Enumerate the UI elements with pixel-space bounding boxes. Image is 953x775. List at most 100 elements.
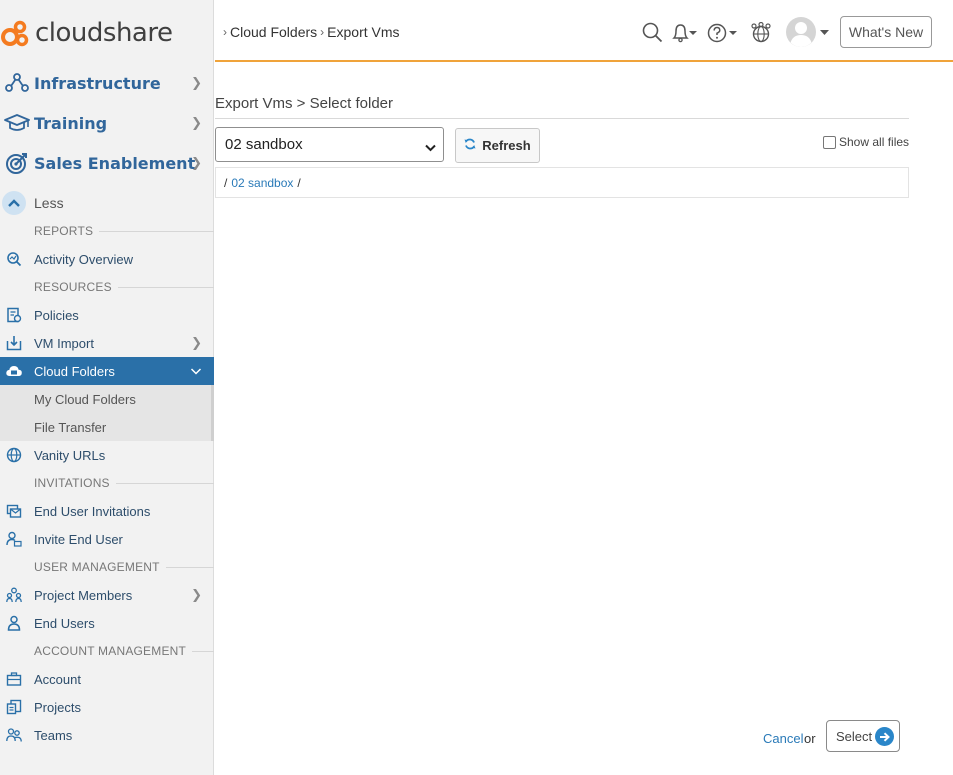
sidebar-item-activity-overview[interactable]: Activity Overview (0, 245, 214, 273)
sidebar-item-label: Invite End User (34, 531, 123, 547)
sidebar-item-projects[interactable]: Projects (0, 693, 214, 721)
sidebar-item-label: Account (34, 671, 81, 687)
sidebar-item-label: Projects (34, 699, 81, 715)
sidebar-item-label: VM Import (34, 335, 94, 351)
target-icon (0, 151, 34, 175)
chevron-right-icon: ❯ (191, 587, 202, 602)
sidebar-item-my-cloud-folders[interactable]: My Cloud Folders (0, 385, 214, 413)
sidebar-item-end-user-invitations[interactable]: End User Invitations (0, 497, 214, 525)
refresh-button[interactable]: Refresh (455, 128, 540, 163)
chevron-right-icon: ❯ (191, 155, 202, 170)
activity-search-icon (0, 251, 28, 267)
nodes-icon (0, 73, 34, 93)
or-text: or (804, 731, 816, 746)
chevron-up-icon (2, 191, 26, 215)
sidebar-item-policies[interactable]: Policies (0, 301, 214, 329)
sidebar-item-label: Vanity URLs (34, 447, 106, 463)
cancel-link[interactable]: Cancel (763, 731, 803, 746)
divider (192, 650, 214, 652)
refresh-icon (464, 138, 476, 153)
breadcrumb-separator: › (223, 25, 227, 39)
nav-sales-enablement[interactable]: Sales Enablement ❯ (0, 143, 214, 183)
chevron-right-icon: ❯ (191, 115, 202, 130)
avatar-icon[interactable] (785, 16, 831, 48)
chevron-down-icon (425, 139, 436, 156)
sidebar-item-label: Teams (34, 727, 73, 743)
sidebar-item-label: My Cloud Folders (34, 391, 136, 407)
brand-name: cloudshare (35, 18, 173, 48)
bell-icon[interactable] (671, 22, 699, 43)
refresh-label: Refresh (482, 138, 531, 153)
nav-label: Infrastructure (34, 73, 161, 93)
folder-select-value: 02 sandbox (225, 136, 303, 153)
sidebar-item-vm-import[interactable]: VM Import ❯ (0, 329, 214, 357)
section-account-management: ACCOUNT MANAGEMENT (0, 641, 214, 661)
sidebar-item-label: Project Members (34, 587, 133, 603)
chevron-right-icon: ❯ (191, 335, 202, 350)
sidebar: cloudshare Infrastructure ❯ Training ❯ S… (0, 0, 214, 775)
divider (165, 566, 214, 568)
sidebar-item-label: End User Invitations (34, 503, 151, 519)
invitation-icon (0, 503, 28, 519)
cloudshare-logo-mark (1, 20, 29, 47)
breadcrumb: › Cloud Folders › Export Vms (223, 24, 400, 40)
folder-path: / 02 sandbox / (215, 167, 909, 198)
nav-less-toggle[interactable]: Less (0, 186, 214, 220)
nav-training[interactable]: Training ❯ (0, 103, 214, 143)
path-separator: / (297, 175, 301, 190)
path-link-02-sandbox[interactable]: 02 sandbox (231, 176, 293, 190)
search-icon[interactable] (642, 22, 663, 43)
group-icon (0, 587, 28, 603)
folder-select[interactable]: 02 sandbox (215, 127, 444, 162)
globe-icon (0, 447, 28, 463)
user-icon (0, 615, 28, 631)
sidebar-item-teams[interactable]: Teams (0, 721, 214, 749)
scroll-indicator (211, 413, 214, 441)
less-label: Less (34, 195, 64, 211)
title-divider (215, 118, 909, 119)
sidebar-item-label: Cloud Folders (34, 363, 115, 379)
chevron-down-icon (190, 364, 202, 379)
sidebar-item-label: Activity Overview (34, 251, 133, 267)
sidebar-item-end-users[interactable]: End Users (0, 609, 214, 637)
page-title: Export Vms > Select folder (215, 95, 393, 112)
show-all-files-label: Show all files (839, 135, 910, 149)
whats-new-button[interactable]: What's New (840, 16, 932, 48)
cloudshare-logo[interactable]: cloudshare (0, 16, 173, 50)
nav-label: Training (34, 113, 108, 133)
sidebar-item-project-members[interactable]: Project Members ❯ (0, 581, 214, 609)
path-root-separator: / (224, 175, 228, 190)
show-all-files-option[interactable]: Show all files (823, 135, 909, 149)
sidebar-item-invite-end-user[interactable]: Invite End User (0, 525, 214, 553)
section-reports: REPORTS (0, 221, 214, 241)
nav-label: Sales Enablement (34, 153, 196, 173)
import-icon (0, 335, 28, 351)
section-label: RESOURCES (34, 280, 112, 294)
help-icon[interactable] (707, 22, 739, 43)
briefcase-icon (0, 671, 28, 687)
breadcrumb-separator: › (320, 25, 325, 39)
section-invitations: INVITATIONS (0, 473, 214, 493)
scroll-indicator (211, 385, 214, 413)
sidebar-item-file-transfer[interactable]: File Transfer (0, 413, 214, 441)
breadcrumb-cloud-folders[interactable]: Cloud Folders (230, 24, 317, 40)
section-label: REPORTS (34, 224, 94, 238)
sidebar-item-label: Policies (34, 307, 79, 323)
divider (99, 230, 214, 232)
graduation-cap-icon (0, 112, 34, 134)
section-user-management: USER MANAGEMENT (0, 557, 214, 577)
projects-icon (0, 699, 28, 715)
breadcrumb-export-vms: Export Vms (327, 24, 400, 40)
sidebar-item-account[interactable]: Account (0, 665, 214, 693)
community-icon[interactable] (750, 22, 772, 44)
sidebar-item-vanity-urls[interactable]: Vanity URLs (0, 441, 214, 469)
sidebar-item-cloud-folders[interactable]: Cloud Folders (0, 357, 214, 385)
sidebar-item-label: End Users (34, 615, 95, 631)
section-resources: RESOURCES (0, 277, 214, 297)
select-button[interactable]: Select (826, 720, 900, 752)
policy-document-icon (0, 307, 28, 323)
divider (115, 482, 214, 484)
nav-infrastructure[interactable]: Infrastructure ❯ (0, 63, 214, 103)
arrow-right-icon (875, 727, 894, 746)
show-all-files-checkbox[interactable] (823, 135, 836, 149)
